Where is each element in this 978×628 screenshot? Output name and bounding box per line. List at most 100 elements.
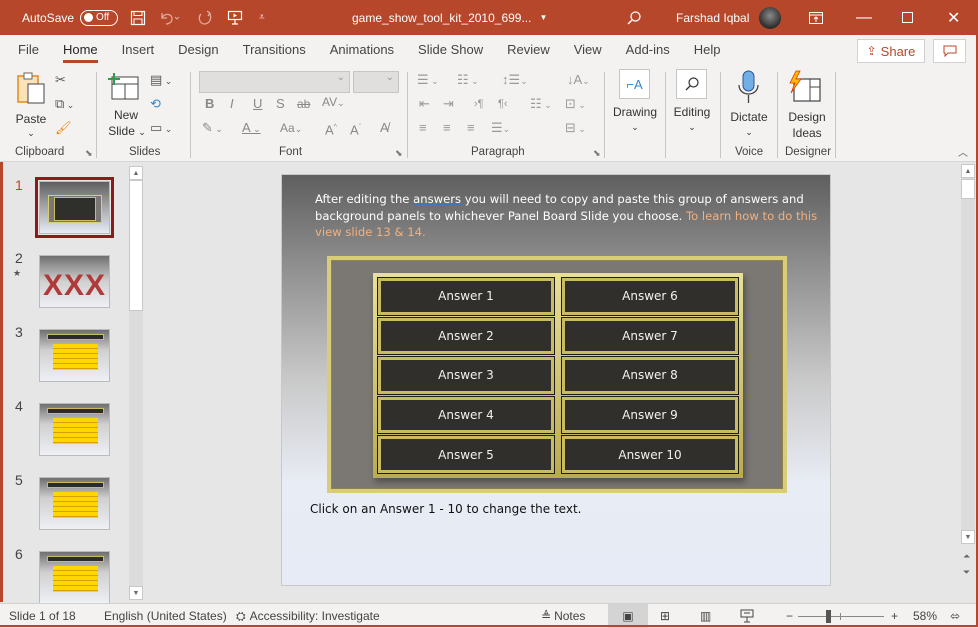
design-ideas-button[interactable]: Design Ideas xyxy=(784,69,830,140)
font-color-icon[interactable]: A ⌄ xyxy=(242,120,261,137)
tab-view[interactable]: View xyxy=(562,35,614,65)
undo-icon[interactable] xyxy=(158,0,180,35)
bold-icon[interactable]: B xyxy=(205,96,214,112)
answer-panel[interactable]: Answer 4 xyxy=(378,396,554,434)
save-icon[interactable] xyxy=(130,0,146,35)
new-slide-button[interactable]: New Slide ⌄ xyxy=(108,71,146,141)
slide-thumbnail-4[interactable] xyxy=(39,403,110,456)
tab-file[interactable]: File xyxy=(6,35,51,65)
align-right-icon[interactable]: ≡ xyxy=(467,120,475,136)
slide-thumbnail-5[interactable] xyxy=(39,477,110,530)
scroll-thumb[interactable] xyxy=(961,179,975,199)
autosave-control[interactable]: AutoSave Off xyxy=(22,0,119,35)
rtl-icon[interactable]: ¶‹ xyxy=(498,96,508,112)
font-size-dropdown[interactable] xyxy=(353,71,399,93)
redo-icon[interactable] xyxy=(196,0,214,35)
change-case-icon[interactable]: Aa⌄ xyxy=(280,120,302,137)
paragraph-launcher-icon[interactable]: ⬊ xyxy=(593,148,601,159)
highlight-color-icon[interactable]: ✎ ⌄ xyxy=(202,120,223,137)
next-slide-icon[interactable]: ⏷ xyxy=(963,567,970,578)
answer-panel[interactable]: Answer 7 xyxy=(562,317,738,355)
ribbon-display-options-icon[interactable] xyxy=(809,0,823,35)
share-button[interactable]: ⇪ Share xyxy=(857,39,925,63)
decrease-font-size-icon[interactable]: Aˇ xyxy=(350,120,361,138)
comments-button[interactable] xyxy=(933,39,966,63)
tab-help[interactable]: Help xyxy=(682,35,733,65)
tab-add-ins[interactable]: Add-ins xyxy=(614,35,682,65)
copy-icon[interactable]: ⧉ ⌄ xyxy=(55,96,74,113)
numbering-icon[interactable]: ☷ ⌄ xyxy=(457,72,479,89)
smartart-icon[interactable]: ⊟ ⌄ xyxy=(565,120,586,137)
font-name-dropdown[interactable] xyxy=(199,71,350,93)
text-direction-icon[interactable]: ↓A⌄ xyxy=(567,72,590,89)
slide-thumbnail-3[interactable] xyxy=(39,329,110,382)
avatar[interactable] xyxy=(759,0,781,35)
section-icon[interactable]: ▭ ⌄ xyxy=(150,120,172,137)
scroll-up-icon[interactable]: ▲ xyxy=(961,164,975,178)
ltr-icon[interactable]: ›¶ xyxy=(474,96,484,112)
slide-thumbnail-1[interactable] xyxy=(35,177,114,238)
answer-panel[interactable]: Answer 1 xyxy=(378,278,554,315)
scroll-down-icon[interactable]: ▼ xyxy=(129,586,143,600)
columns-icon[interactable]: ☷ ⌄ xyxy=(530,96,552,113)
tab-slide-show[interactable]: Slide Show xyxy=(406,35,495,65)
tab-design[interactable]: Design xyxy=(166,35,230,65)
scroll-up-icon[interactable]: ▲ xyxy=(129,166,143,180)
tab-home[interactable]: Home xyxy=(51,35,110,65)
slide-thumbnail-2[interactable]: XXX xyxy=(39,255,110,308)
align-left-icon[interactable]: ≡ xyxy=(419,120,427,136)
cut-icon[interactable]: ✂ xyxy=(55,72,66,88)
layout-icon[interactable]: ▤ ⌄ xyxy=(150,72,172,89)
drawing-button[interactable]: ⌐A Drawing ⌄ xyxy=(613,69,657,139)
slide-canvas[interactable]: After editing the answers you will need … xyxy=(281,174,831,586)
justify-icon[interactable]: ☰⌄ xyxy=(491,120,510,137)
answer-panel[interactable]: Answer 9 xyxy=(562,396,738,434)
thumbnail-scrollbar[interactable]: ▲ ▼ xyxy=(129,166,143,600)
clear-formatting-icon[interactable]: A̸ xyxy=(380,120,389,136)
close-icon[interactable]: ✕ xyxy=(947,0,960,35)
character-spacing-icon[interactable]: AV⌄ xyxy=(322,94,345,111)
customize-qat-icon[interactable]: ⩡ xyxy=(259,0,265,35)
align-text-icon[interactable]: ⊡ ⌄ xyxy=(565,96,586,113)
underline-icon[interactable]: U xyxy=(253,96,262,112)
italic-icon[interactable]: I xyxy=(230,96,234,112)
answer-panel[interactable]: Answer 5 xyxy=(378,436,554,473)
slide-footer-text[interactable]: Click on an Answer 1 - 10 to change the … xyxy=(310,502,581,516)
maximize-icon[interactable] xyxy=(902,0,913,35)
answer-panel[interactable]: Answer 6 xyxy=(562,278,738,315)
document-title[interactable]: game_show_tool_kit_2010_699... ▼ xyxy=(352,0,547,35)
answer-panel[interactable]: Answer 3 xyxy=(378,357,554,394)
minimize-icon[interactable]: — xyxy=(856,0,872,35)
tab-animations[interactable]: Animations xyxy=(318,35,406,65)
present-from-beginning-icon[interactable] xyxy=(227,0,243,35)
user-name[interactable]: Farshad Iqbal xyxy=(676,0,749,35)
increase-indent-icon[interactable]: ⇥ xyxy=(443,96,454,112)
bullets-icon[interactable]: ☰ ⌄ xyxy=(417,72,439,89)
align-center-icon[interactable]: ≡ xyxy=(443,120,451,136)
answer-panel[interactable]: Answer 2 xyxy=(378,317,554,355)
dictate-button[interactable]: Dictate ⌄ xyxy=(728,69,770,139)
decrease-indent-icon[interactable]: ⇤ xyxy=(419,96,430,112)
slide-thumbnail-6[interactable] xyxy=(39,551,110,604)
increase-font-size-icon[interactable]: A^ xyxy=(325,120,337,138)
answer-panel[interactable]: Answer 10 xyxy=(562,436,738,473)
answer-panel[interactable]: Answer 8 xyxy=(562,357,738,394)
tab-transitions[interactable]: Transitions xyxy=(231,35,318,65)
paste-button[interactable]: Paste ⌄ xyxy=(14,71,48,141)
font-launcher-icon[interactable]: ⬊ xyxy=(395,148,403,159)
line-spacing-icon[interactable]: ↕☰⌄ xyxy=(502,72,528,89)
text-shadow-icon[interactable]: S xyxy=(276,96,285,112)
format-painter-icon[interactable]: 🖌 xyxy=(55,120,72,136)
slide-intro-text[interactable]: After editing the answers you will need … xyxy=(315,191,830,241)
collapse-ribbon-icon[interactable]: ︿ xyxy=(958,146,968,162)
zoom-slider-thumb[interactable] xyxy=(826,609,831,623)
tab-insert[interactable]: Insert xyxy=(110,35,167,65)
tab-review[interactable]: Review xyxy=(495,35,562,65)
scroll-down-icon[interactable]: ▼ xyxy=(961,530,975,544)
scroll-thumb[interactable] xyxy=(129,180,143,311)
clipboard-launcher-icon[interactable]: ⬊ xyxy=(85,148,93,159)
reset-slide-icon[interactable]: ⟲ xyxy=(150,96,161,112)
strikethrough-icon[interactable]: ab xyxy=(297,96,310,112)
autosave-toggle[interactable]: Off xyxy=(80,9,119,26)
search-icon[interactable] xyxy=(626,0,642,35)
